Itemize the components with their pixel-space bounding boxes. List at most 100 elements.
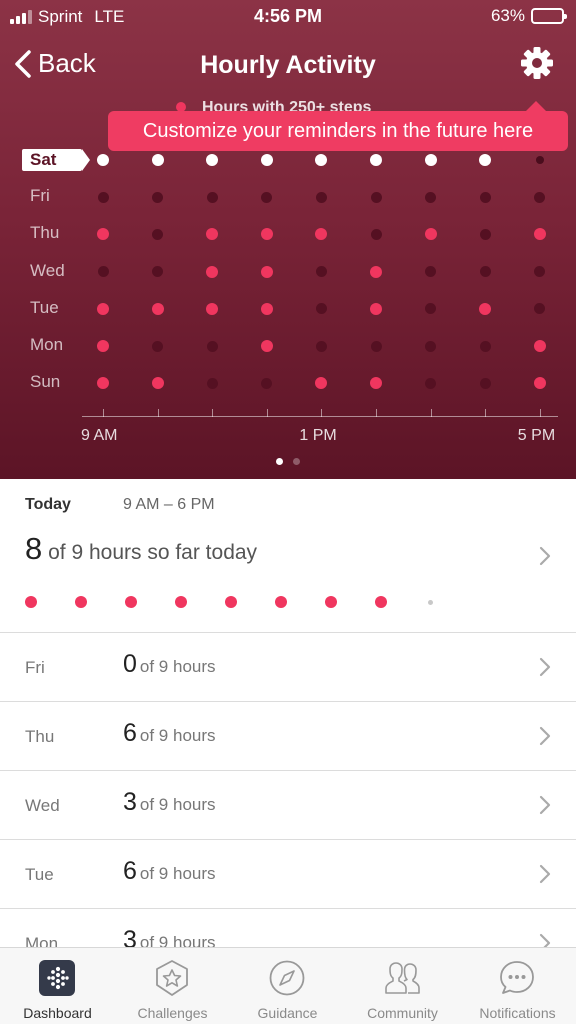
activity-dot: [370, 191, 382, 203]
chevron-right-icon: [539, 864, 551, 884]
today-hour-dot: [75, 596, 87, 608]
day-label-fri: Fri: [30, 186, 50, 206]
activity-dot: [425, 377, 437, 389]
page-indicator[interactable]: [0, 452, 576, 470]
activity-dot: [97, 228, 109, 241]
activity-dot: [479, 340, 491, 352]
tab-notifications[interactable]: Notifications: [460, 948, 575, 1024]
activity-dot: [97, 302, 109, 315]
today-time-range: 9 AM – 6 PM: [123, 496, 215, 513]
row-hours-count: 3: [123, 788, 137, 816]
axis-tick: [376, 409, 377, 417]
row-day-label: Fri: [25, 658, 45, 677]
today-summary-row[interactable]: Today 9 AM – 6 PM 8 of 9 hours so far to…: [0, 479, 576, 633]
row-day-label: Tue: [25, 865, 54, 884]
row-hours-count: 6: [123, 857, 137, 885]
hourly-activity-panel: Sprint LTE 4:56 PM 63% Back Hourly Activ…: [0, 0, 576, 479]
compass-icon: [269, 960, 305, 996]
tab-community[interactable]: Community: [345, 948, 460, 1024]
row-hours-text: of 9 hours: [139, 657, 216, 676]
activity-dot: [151, 154, 164, 166]
today-hour-dot: [225, 596, 237, 608]
activity-dot: [260, 265, 273, 278]
row-hours: 6 of 9 hours: [123, 857, 216, 886]
row-hours: 0 of 9 hours: [123, 650, 216, 679]
day-label-sun: Sun: [30, 372, 61, 392]
activity-dot: [97, 266, 109, 278]
axis-tick: [485, 409, 486, 417]
tab-guidance[interactable]: Guidance: [230, 948, 345, 1024]
activity-dot: [315, 266, 327, 278]
activity-dot: [534, 303, 546, 315]
history-row-wed[interactable]: Wed 3 of 9 hours: [0, 771, 576, 840]
activity-dot: [261, 191, 273, 203]
history-row-thu[interactable]: Thu 6 of 9 hours: [0, 702, 576, 771]
today-hour-dot: [325, 596, 337, 608]
axis-tick: [103, 409, 104, 417]
activity-dot: [152, 228, 164, 240]
day-label-thu: Thu: [30, 223, 60, 243]
gear-icon[interactable]: [520, 46, 554, 80]
page-title: Hourly Activity: [200, 51, 376, 79]
activity-dot: [479, 302, 492, 315]
day-label-tue: Tue: [30, 297, 59, 317]
activity-dot: [260, 340, 273, 352]
row-hours-text: of 9 hours: [139, 864, 216, 883]
activity-dot: [535, 156, 544, 164]
activity-dot: [533, 340, 546, 352]
activity-dot: [97, 191, 109, 203]
day-label-wed: Wed: [30, 260, 65, 280]
activity-dot: [206, 265, 219, 278]
row-hours: 6 of 9 hours: [123, 719, 216, 748]
activity-dot: [479, 228, 491, 240]
row-hours-text: of 9 hours: [139, 726, 216, 745]
chevron-right-icon: [539, 726, 551, 746]
activity-dot: [97, 340, 109, 352]
today-hour-dot: [275, 596, 287, 608]
activity-dot: [151, 377, 164, 390]
axis-tick: [267, 409, 268, 417]
time-axis: [82, 416, 558, 417]
tab-label: Guidance: [257, 1005, 318, 1021]
activity-dot: [260, 154, 273, 166]
activity-dot: [425, 191, 437, 203]
activity-dot: [425, 266, 437, 278]
today-hours-summary: 8 of 9 hours so far today: [25, 531, 257, 567]
activity-dot: [315, 377, 328, 390]
status-bar: Sprint LTE 4:56 PM 63%: [0, 0, 576, 34]
tab-label: Community: [367, 1005, 438, 1021]
activity-dot: [425, 340, 437, 352]
page-dot[interactable]: [293, 458, 300, 465]
activity-dot: [370, 302, 382, 315]
star-badge-icon: [156, 960, 188, 996]
row-day-label: Wed: [25, 796, 60, 815]
history-row-tue[interactable]: Tue 6 of 9 hours: [0, 840, 576, 909]
battery-percent: 63%: [490, 6, 525, 25]
activity-dot: [479, 191, 491, 203]
tab-dashboard[interactable]: Dashboard: [0, 948, 115, 1024]
tab-challenges[interactable]: Challenges: [115, 948, 230, 1024]
row-hours-count: 6: [123, 719, 137, 747]
activity-dot: [424, 228, 437, 241]
history-row-fri[interactable]: Fri 0 of 9 hours: [0, 633, 576, 702]
activity-dot: [206, 154, 219, 166]
day-label-sat: Sat: [22, 149, 90, 171]
activity-dot: [97, 377, 109, 390]
activity-dot: [315, 340, 327, 352]
activity-dot: [151, 302, 164, 315]
axis-label: 9 AM: [81, 427, 118, 444]
page-dot[interactable]: [276, 458, 283, 465]
dashboard-icon: [39, 960, 75, 996]
activity-dot: [533, 228, 546, 241]
people-icon: [385, 962, 420, 994]
reminder-tooltip[interactable]: Customize your reminders in the future h…: [108, 101, 568, 151]
today-hour-dot: [125, 596, 137, 608]
battery-icon: [531, 8, 567, 24]
chat-bubble-icon: [500, 961, 534, 994]
activity-dot: [479, 266, 491, 278]
activity-dot: [534, 266, 546, 278]
activity-dot: [370, 377, 382, 390]
tab-label: Challenges: [137, 1005, 208, 1021]
tab-label: Dashboard: [23, 1005, 92, 1021]
activity-dot: [261, 377, 273, 389]
